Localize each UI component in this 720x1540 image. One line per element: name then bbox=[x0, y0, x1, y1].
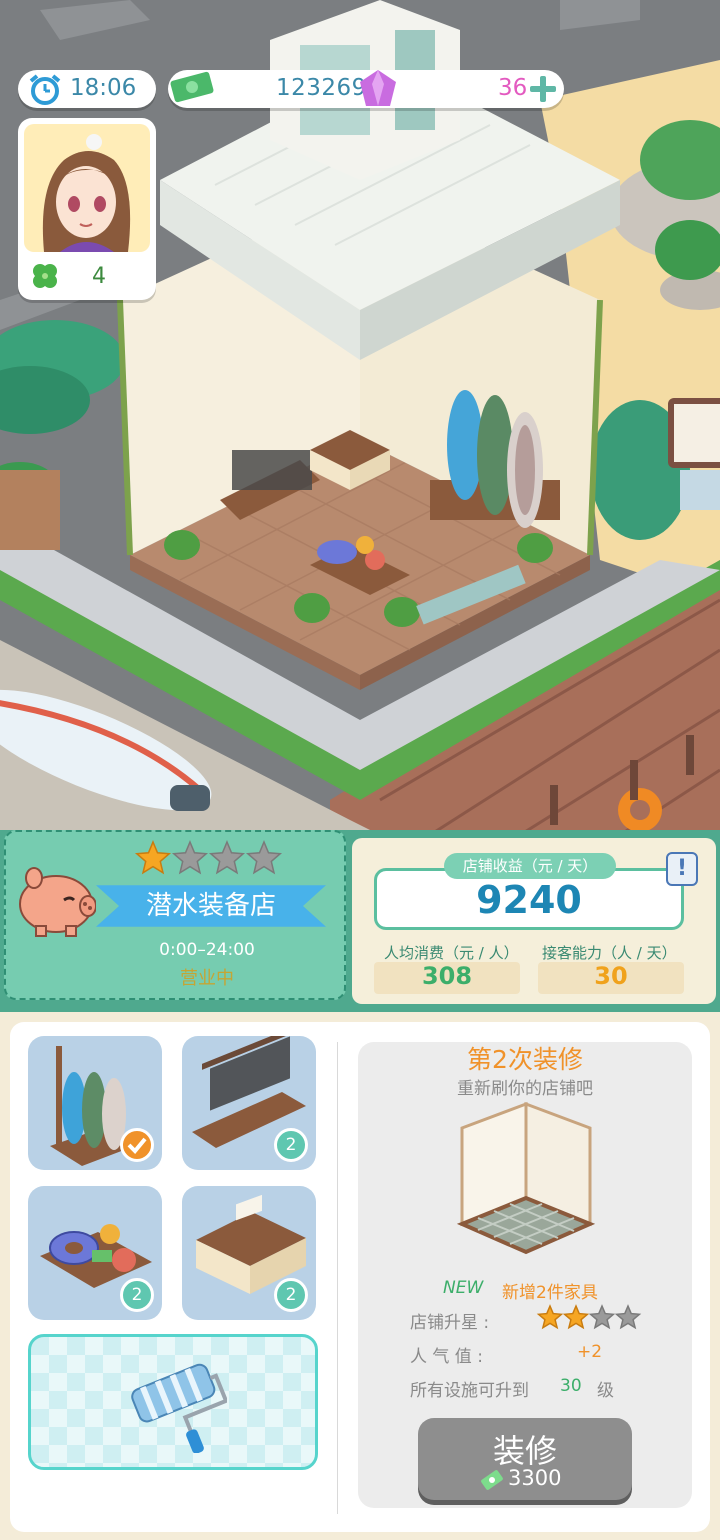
renovation-title: 第2次装修 bbox=[467, 1045, 583, 1074]
star-empty-icon bbox=[588, 1304, 616, 1330]
cash-amount: 123269 bbox=[276, 75, 367, 101]
open-status: 营业中 bbox=[180, 968, 234, 989]
piggy-bank-icon[interactable] bbox=[12, 862, 96, 938]
revenue-label: 店铺收益（元 / 天） bbox=[462, 857, 598, 875]
checkmark-icon bbox=[127, 1137, 147, 1154]
star-filled-icon bbox=[134, 840, 172, 875]
avg-spend-value: 308 bbox=[421, 962, 473, 990]
star-upgrade-rating bbox=[536, 1304, 642, 1330]
renovate-button[interactable]: 装修 3300 bbox=[418, 1418, 632, 1500]
avatar bbox=[24, 124, 150, 252]
star-upgrade-label: 店铺升星 : bbox=[410, 1313, 490, 1333]
star-empty-icon bbox=[208, 840, 246, 875]
cash-icon bbox=[170, 71, 214, 103]
paint-roller-icon bbox=[131, 1363, 227, 1453]
info-button[interactable]: ! bbox=[666, 852, 698, 886]
facility-level-value: 30 bbox=[560, 1376, 582, 1396]
clock-display: 18:06 bbox=[18, 70, 156, 108]
avg-spend-label: 人均消费（元 / 人） bbox=[384, 944, 519, 962]
star-filled-icon bbox=[536, 1304, 564, 1330]
star-filled-icon bbox=[562, 1304, 590, 1330]
panel-divider bbox=[337, 1042, 338, 1514]
new-furniture-text: 新增2件家具 bbox=[502, 1283, 598, 1303]
add-gems-icon[interactable] bbox=[528, 74, 558, 104]
capacity-value: 30 bbox=[594, 962, 628, 990]
furniture-tile-swim-ring-table[interactable]: 2 bbox=[28, 1186, 162, 1320]
furniture-tile-surfboard-rack[interactable] bbox=[28, 1036, 162, 1170]
revenue-value: 9240 bbox=[476, 878, 582, 922]
game-scene[interactable]: 18:06 123269 36 4 bbox=[0, 0, 720, 835]
star-empty-icon bbox=[245, 840, 283, 875]
capacity-label: 接客能力（人 / 天） bbox=[542, 944, 677, 962]
opening-hours: 0:00–24:00 bbox=[159, 940, 255, 960]
renovation-subtitle: 重新刷你的店铺吧 bbox=[457, 1079, 593, 1099]
alarm-clock-icon bbox=[29, 74, 61, 105]
gem-icon bbox=[360, 70, 396, 106]
facility-level-prefix: 所有设施可升到 bbox=[410, 1381, 529, 1401]
gem-amount: 36 bbox=[498, 75, 528, 101]
shop-name: 潜水装备店 bbox=[145, 891, 276, 921]
room-preview-icon bbox=[456, 1101, 596, 1255]
paint-roller-tile[interactable] bbox=[28, 1334, 318, 1470]
level-badge: 2 bbox=[274, 1128, 308, 1162]
owned-badge bbox=[120, 1128, 154, 1162]
ticket-icon bbox=[481, 1470, 503, 1490]
clock-time: 18:06 bbox=[70, 75, 137, 101]
facility-level-suffix: 级 bbox=[597, 1381, 614, 1401]
renovate-cost: 3300 bbox=[508, 1466, 562, 1490]
star-empty-icon bbox=[171, 840, 209, 875]
popularity-value: +2 bbox=[577, 1342, 603, 1362]
star-empty-icon bbox=[614, 1304, 642, 1330]
shop-star-rating bbox=[134, 840, 283, 875]
clover-count: 4 bbox=[92, 264, 106, 289]
furniture-tile-counter[interactable]: 2 bbox=[182, 1186, 316, 1320]
level-badge: 2 bbox=[120, 1278, 154, 1312]
popularity-label: 人 气 值 : bbox=[410, 1347, 483, 1367]
new-tag: NEW bbox=[443, 1278, 484, 1298]
furniture-tile-wetsuit-rack[interactable]: 2 bbox=[182, 1036, 316, 1170]
level-badge: 2 bbox=[274, 1278, 308, 1312]
player-avatar-card[interactable]: 4 bbox=[18, 118, 156, 300]
currency-bar: 123269 36 bbox=[168, 70, 564, 108]
clover-icon bbox=[33, 264, 57, 288]
